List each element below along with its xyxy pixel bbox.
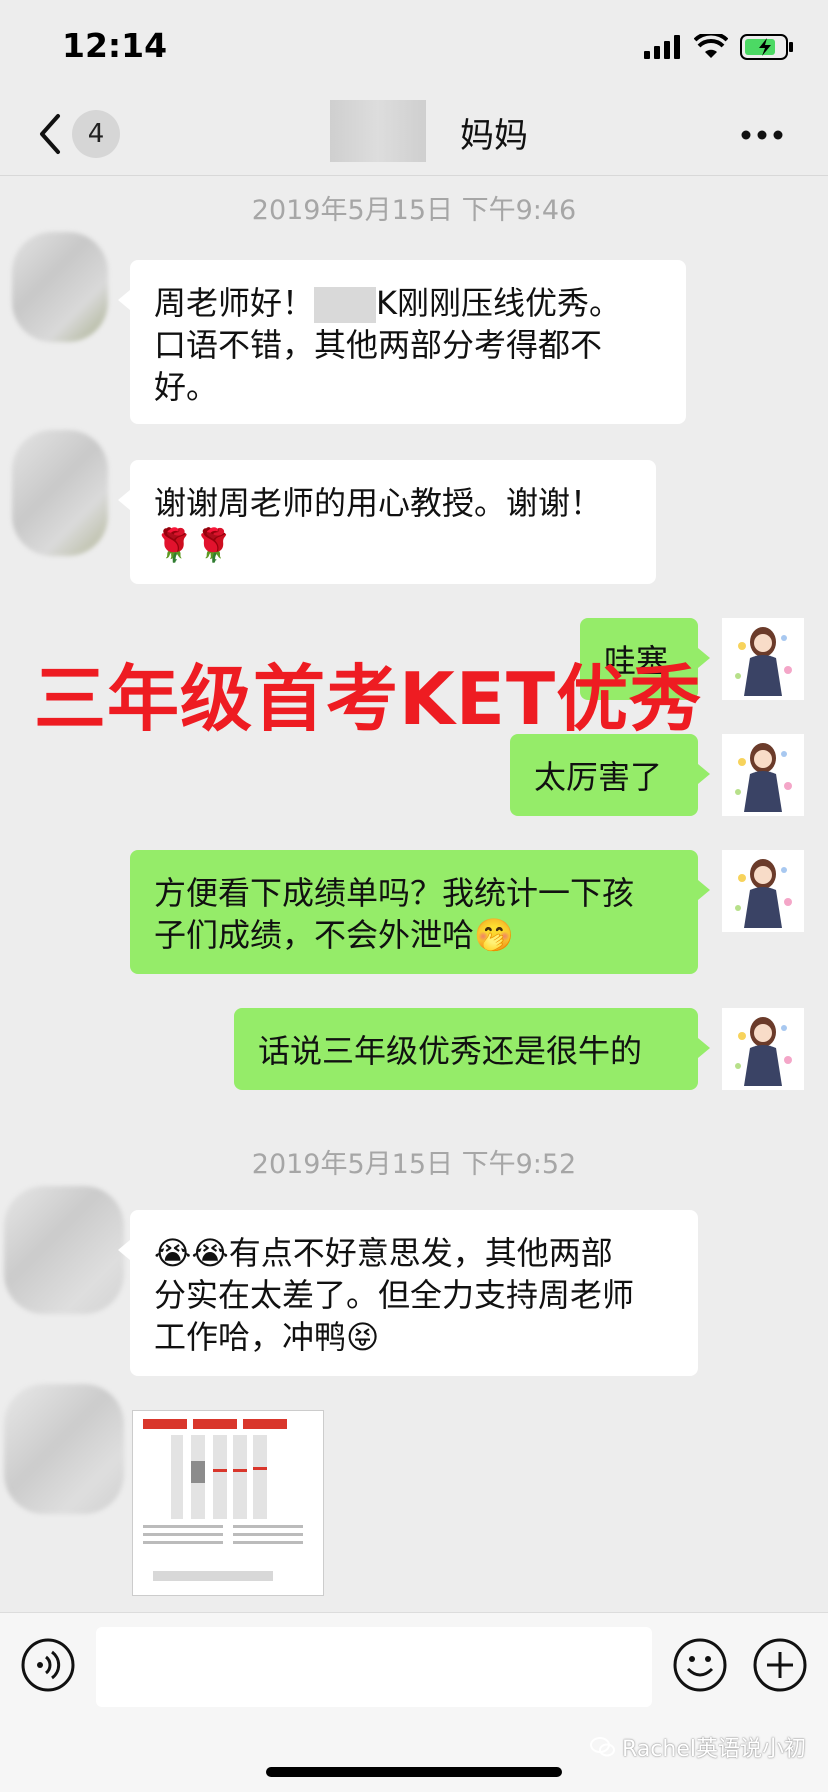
girl-avatar-icon — [722, 1008, 804, 1090]
score-report-image[interactable] — [132, 1410, 324, 1596]
watermark: Rachel英语说小初 — [590, 1731, 806, 1763]
girl-avatar-icon — [722, 734, 804, 816]
message-text: 话说三年级优秀还是很牛的 — [258, 1032, 643, 1070]
message-timestamp: 2019年5月15日 下午9:52 — [251, 1149, 577, 1180]
message-text: 分实在太差了。但全力支持周老师 — [154, 1276, 635, 1314]
smiley-icon — [673, 1638, 727, 1692]
message-text: 谢谢周老师的用心教授。谢谢！ — [154, 484, 603, 522]
message-text: 周老师好！ — [154, 284, 315, 322]
more-functions-button[interactable] — [752, 1637, 808, 1693]
chat-header: 4 妈妈 — [0, 96, 828, 176]
emoji-button[interactable] — [672, 1637, 728, 1693]
message-text: 太厉害了 — [534, 758, 663, 796]
message-text: K刚刚压线优秀。 — [376, 284, 622, 322]
avatar[interactable] — [722, 850, 818, 946]
cellular-signal-icon — [644, 35, 680, 59]
avatar[interactable] — [12, 232, 108, 342]
avatar[interactable] — [4, 1384, 124, 1514]
ellipsis-icon — [741, 130, 783, 140]
message-bubble-sent[interactable]: 话说三年级优秀还是很牛的 — [234, 1008, 710, 1090]
plus-icon — [753, 1638, 807, 1692]
message-bubble-received[interactable]: 谢谢周老师的用心教授。谢谢！ 🌹🌹 — [118, 460, 656, 584]
message-text: 工作哈，冲鸭😝 — [154, 1318, 380, 1356]
message-text: 口语不错，其他两部分考得都不 — [154, 326, 603, 364]
message-input[interactable] — [96, 1627, 652, 1707]
voice-input-button[interactable] — [20, 1637, 76, 1693]
overlay-caption: 三年级首考KET优秀 — [34, 657, 703, 741]
message-text: 好。 — [154, 368, 219, 406]
girl-avatar-icon — [722, 618, 804, 700]
status-icons — [644, 34, 794, 60]
avatar[interactable] — [722, 1008, 818, 1104]
message-bubble-sent[interactable]: 太厉害了 — [510, 734, 710, 816]
watermark-text: Rachel英语说小初 — [622, 1737, 806, 1762]
message-text: 子们成绩，不会外泄哈🤭 — [154, 916, 514, 954]
wifi-icon — [694, 34, 728, 58]
message-bubble-sent[interactable]: 方便看下成绩单吗？我统计一下孩 子们成绩，不会外泄哈🤭 — [130, 850, 710, 974]
message-bubble-received[interactable]: 😭😭有点不好意思发，其他两部 分实在太差了。但全力支持周老师 工作哈，冲鸭😝 — [118, 1210, 698, 1376]
avatar[interactable] — [4, 1186, 124, 1314]
avatar[interactable] — [722, 734, 818, 830]
battery-charging-icon — [740, 34, 793, 60]
message-text: 😭😭有点不好意思发，其他两部 — [154, 1234, 613, 1272]
chat-title-text: 妈妈 — [460, 116, 528, 156]
status-bar: 12:14 — [0, 0, 828, 96]
message-bubble-received[interactable]: 周老师好！ K刚刚压线优秀。 口语不错，其他两部分考得都不 好。 — [118, 260, 686, 424]
message-line: 周老师好！ K刚刚压线优秀。 — [154, 282, 662, 324]
message-text: 方便看下成绩单吗？我统计一下孩 — [154, 874, 635, 912]
wechat-logo-icon — [590, 1737, 616, 1757]
status-time: 12:14 — [62, 26, 168, 65]
chat-title: 妈妈 — [0, 108, 828, 157]
message-input-bar: Rachel英语说小初 — [0, 1612, 828, 1792]
certificate-thumbnail-icon — [133, 1411, 323, 1595]
message-text: 🌹🌹 — [154, 526, 234, 564]
redacted-name-mosaic — [314, 287, 377, 323]
girl-avatar-icon — [722, 850, 804, 932]
avatar[interactable] — [12, 430, 108, 556]
avatar[interactable] — [722, 618, 818, 714]
more-options-button[interactable] — [740, 126, 784, 140]
home-indicator — [266, 1767, 562, 1777]
message-timestamp: 2019年5月15日 下午9:46 — [251, 195, 577, 226]
voice-icon — [21, 1638, 75, 1692]
